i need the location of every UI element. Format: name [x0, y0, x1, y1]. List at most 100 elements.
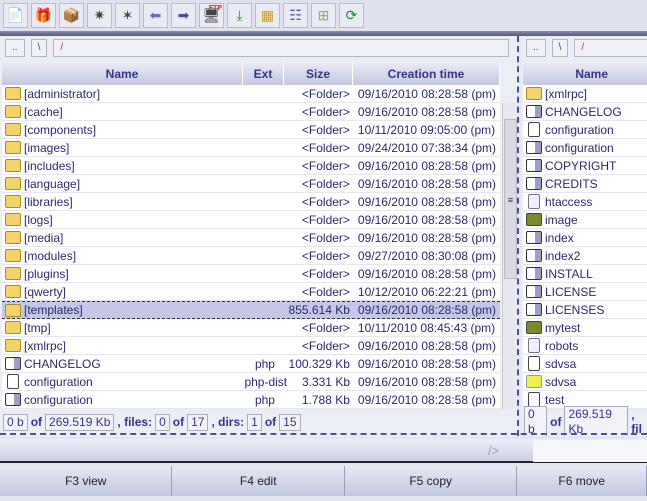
file-row[interactable]: index	[523, 229, 647, 247]
up-dir-button[interactable]: ..	[526, 39, 546, 57]
column-ext[interactable]: Ext	[243, 63, 284, 85]
download-icon: ⤓	[236, 7, 243, 23]
file-row[interactable]: [xmlrpc]	[523, 85, 647, 103]
file-name: [tmp]	[24, 320, 51, 335]
pack-button[interactable]: 🎁	[31, 3, 56, 28]
file-row[interactable]: INSTALL	[523, 265, 647, 283]
file-row[interactable]: [plugins] <Folder> 09/16/2010 08:28:58 (pm…	[2, 265, 500, 283]
file-row[interactable]: configuration php-dist 3.331 Kb 09/16/2010 …	[2, 373, 500, 391]
file-row[interactable]: CHANGELOG php 100.329 Kb 09/16/2010 08:28:5…	[2, 355, 500, 373]
file-row[interactable]: COPYRIGHT	[523, 157, 647, 175]
function-key-bar: F3 view F4 edit F5 copy F6 move	[0, 466, 647, 496]
file-creation-time: 10/12/2010 06:22:21 (pm)	[357, 284, 497, 299]
file-row[interactable]: [logs] <Folder> 09/16/2010 08:28:58 (pm)	[2, 211, 500, 229]
file-row[interactable]: configuration php 1.788 Kb 09/16/2010 08:28…	[2, 391, 500, 409]
file-creation-time: 09/16/2010 08:28:58 (pm)	[357, 356, 497, 371]
file-row[interactable]: LICENSE	[523, 283, 647, 301]
f6-move-button[interactable]: F6 move	[517, 466, 647, 496]
folder-icon	[5, 195, 21, 208]
file-size: 3.331 Kb	[301, 374, 350, 389]
file-row[interactable]: [libraries] <Folder> 09/16/2010 08:28:58 (…	[2, 193, 500, 211]
column-name[interactable]: Name	[2, 63, 243, 85]
file-row[interactable]: image	[523, 211, 647, 229]
download-button[interactable]: ⤓	[227, 3, 252, 28]
file-size: <Folder>	[301, 122, 350, 137]
file-row[interactable]: sdvsa	[523, 373, 647, 391]
file-row[interactable]: index2	[523, 247, 647, 265]
invert-selection-button[interactable]: ✶	[115, 3, 140, 28]
file-row[interactable]: [qwerty] <Folder> 10/12/2010 06:22:21 (pm)	[2, 283, 500, 301]
file-name: htaccess	[545, 194, 593, 209]
of-label: of	[172, 415, 185, 429]
file-row[interactable]: mytest	[523, 319, 647, 337]
file-row[interactable]: [templates] 855.614 Kb 09/16/2010 08:28:58…	[2, 301, 500, 319]
left-scrollbar[interactable]: ≡	[502, 103, 517, 409]
current-path[interactable]: /	[53, 39, 509, 57]
file-row[interactable]: [includes] <Folder> 09/16/2010 08:28:58 (p…	[2, 157, 500, 175]
left-panel: .. \ / Name Ext Size Creation time [admi…	[0, 36, 519, 436]
file-row[interactable]: htaccess	[523, 193, 647, 211]
file-row[interactable]: CHANGELOG	[523, 103, 647, 121]
php-icon	[526, 303, 542, 316]
notepad-icon: 📄	[6, 7, 25, 23]
file-row[interactable]: sdvsa	[523, 355, 647, 373]
unpack-button[interactable]: 📦	[59, 3, 84, 28]
panel-divider	[0, 433, 647, 435]
files-selected: 0	[155, 413, 170, 431]
column-creation-time[interactable]: Creation time	[353, 63, 500, 85]
column-size[interactable]: Size	[284, 63, 353, 85]
file-row[interactable]: LICENSES	[523, 301, 647, 319]
brief-view-button[interactable]: ▦	[255, 3, 280, 28]
file-row[interactable]: [tmp] <Folder> 10/11/2010 08:45:43 (pm)	[2, 319, 500, 337]
forward-button[interactable]: ➡	[171, 3, 196, 28]
back-icon: ⬅	[149, 7, 162, 23]
file-creation-time: 09/16/2010 08:28:58 (pm)	[357, 338, 497, 353]
selected-size: 0 b	[3, 413, 28, 431]
file-row[interactable]: configuration	[523, 139, 647, 157]
f3-view-button[interactable]: F3 view	[0, 466, 173, 496]
file-row[interactable]: [xmlrpc] <Folder> 09/16/2010 08:28:58 (pm)	[2, 337, 500, 355]
current-path[interactable]: /	[574, 39, 647, 57]
file-row[interactable]: [images] <Folder> 09/24/2010 07:38:34 (pm)	[2, 139, 500, 157]
f5-copy-button[interactable]: F5 copy	[344, 466, 518, 496]
file-name: configuration	[545, 122, 614, 137]
file-row[interactable]: CREDITS	[523, 175, 647, 193]
scrollbar-thumb[interactable]: ≡	[504, 119, 517, 279]
column-name[interactable]: Name	[523, 63, 647, 85]
jpg-icon	[526, 213, 542, 226]
forward-icon: ➡	[177, 7, 190, 23]
file-name: configuration	[24, 374, 93, 389]
folder-icon	[5, 213, 21, 226]
file-name: index2	[545, 248, 581, 263]
root-dir-button[interactable]: \	[30, 39, 48, 57]
root-dir-button[interactable]: \	[551, 39, 569, 57]
file-row[interactable]: [administrator] <Folder> 09/16/2010 08:28:…	[2, 85, 500, 103]
full-view-button[interactable]: ☷	[283, 3, 308, 28]
file-row[interactable]: [components] <Folder> 10/11/2010 09:05:00 …	[2, 121, 500, 139]
tree-view-button[interactable]: ⊞	[311, 3, 336, 28]
file-name: configuration	[545, 140, 614, 155]
command-line: />	[0, 439, 647, 463]
file-row[interactable]: robots	[523, 337, 647, 355]
notepad-button[interactable]: 📄	[3, 3, 28, 28]
tree-view-icon: ⊞	[317, 7, 330, 23]
file-name: LICENSE	[545, 284, 597, 299]
jpg-icon	[526, 321, 542, 334]
up-dir-button[interactable]: ..	[5, 39, 25, 57]
file-name: [logs]	[24, 212, 53, 227]
refresh-button[interactable]: ⟳	[339, 3, 364, 28]
file-row[interactable]: [cache] <Folder> 09/16/2010 08:28:58 (pm)	[2, 103, 500, 121]
right-column-header: Name	[523, 63, 647, 85]
command-input[interactable]	[533, 440, 647, 462]
ftp-label: FTP	[208, 5, 222, 12]
file-icon	[528, 122, 540, 137]
f4-edit-button[interactable]: F4 edit	[172, 466, 345, 496]
file-row[interactable]: [language] <Folder> 09/16/2010 08:28:58 (p…	[2, 175, 500, 193]
file-row[interactable]: [modules] <Folder> 09/27/2010 08:30:08 (pm…	[2, 247, 500, 265]
star-icon: ✷	[93, 7, 106, 23]
file-row[interactable]: [media] <Folder> 09/16/2010 08:28:58 (pm)	[2, 229, 500, 247]
ftp-button[interactable]: 🖥 FTP	[199, 3, 224, 28]
file-row[interactable]: configuration	[523, 121, 647, 139]
back-button[interactable]: ⬅	[143, 3, 168, 28]
star-button[interactable]: ✷	[87, 3, 112, 28]
